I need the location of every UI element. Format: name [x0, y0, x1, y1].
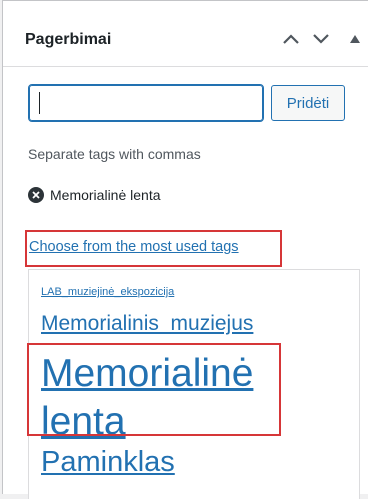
current-tag-label: Memorialinė lenta: [50, 187, 161, 203]
tag-hint: Separate tags with commas: [28, 146, 201, 162]
tag-cloud-link[interactable]: Paminklas: [41, 446, 175, 479]
chevron-down-icon: [313, 34, 329, 44]
triangle-up-icon: [350, 35, 360, 43]
choose-most-used-tags-link[interactable]: Choose from the most used tags: [29, 239, 239, 255]
text-cursor: [39, 92, 40, 114]
panel-header: Pagerbimai: [3, 1, 368, 67]
chevron-up-icon: [283, 34, 299, 44]
remove-tag-button[interactable]: [28, 187, 44, 203]
tag-highlight-box: [27, 343, 281, 436]
current-tag: Memorialinė lenta: [28, 187, 161, 203]
toggle-panel-button[interactable]: [341, 25, 368, 53]
panel-title: Pagerbimai: [25, 31, 112, 48]
move-up-button[interactable]: [277, 25, 305, 53]
move-down-button[interactable]: [307, 25, 335, 53]
tag-input[interactable]: [28, 84, 264, 122]
close-icon: [32, 191, 40, 199]
tag-cloud-link[interactable]: Memorialinis_muziejus: [41, 312, 253, 336]
tag-cloud-link[interactable]: LAB_muziejinė_ekspozicija: [41, 286, 174, 298]
add-tag-button[interactable]: Pridėti: [271, 85, 345, 121]
